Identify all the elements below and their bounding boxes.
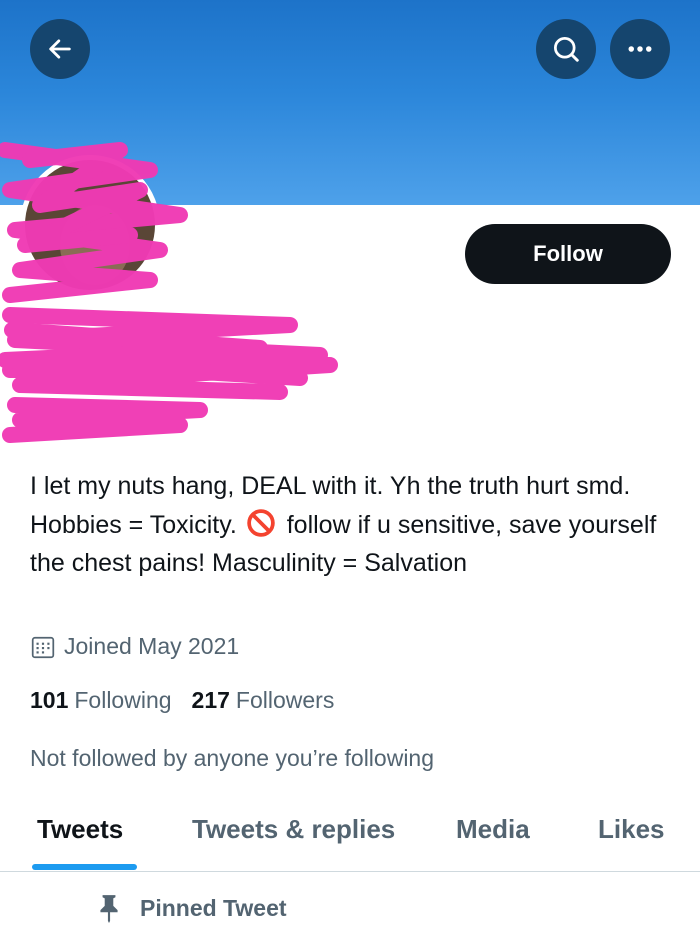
pinned-tweet-header: Pinned Tweet	[96, 893, 287, 923]
joined-date: Joined May 2021	[30, 633, 239, 660]
tab-tweets-replies[interactable]: Tweets & replies	[192, 814, 395, 845]
profile-page: Follow I let my nuts hang, DEAL with it.…	[0, 0, 700, 930]
followers-label: Followers	[235, 687, 335, 713]
joined-label: Joined May 2021	[64, 633, 240, 659]
tab-likes[interactable]: Likes	[598, 814, 665, 845]
search-button[interactable]	[536, 19, 596, 79]
tab-tweets[interactable]: Tweets	[37, 814, 123, 845]
following-label: Following	[74, 687, 172, 713]
no-entry-icon	[247, 508, 275, 537]
calendar-icon	[31, 636, 55, 658]
active-tab-indicator	[32, 864, 137, 870]
redaction-scribble	[0, 142, 338, 443]
followers-link[interactable]: 217 Followers	[192, 687, 335, 714]
more-options-button[interactable]	[610, 19, 670, 79]
tab-media[interactable]: Media	[456, 814, 530, 845]
profile-bio: I let my nuts hang, DEAL with it. Yh the…	[30, 467, 670, 583]
search-icon	[554, 37, 579, 62]
following-count: 101	[30, 687, 69, 713]
following-link[interactable]: 101 Following	[30, 687, 172, 714]
followers-count: 217	[191, 687, 230, 713]
profile-tabs: Tweets Tweets & replies Media Likes	[0, 800, 700, 872]
mutual-followers-note: Not followed by anyone you’re following	[30, 745, 435, 771]
follow-stats: 101 Following 217 Followers	[30, 687, 354, 714]
more-dots-icon	[628, 46, 652, 52]
follow-button[interactable]: Follow	[465, 224, 671, 284]
pinned-tweet-label: Pinned Tweet	[140, 894, 287, 921]
back-button[interactable]	[30, 19, 90, 79]
pin-icon	[100, 895, 118, 923]
arrow-left-icon	[49, 39, 71, 59]
